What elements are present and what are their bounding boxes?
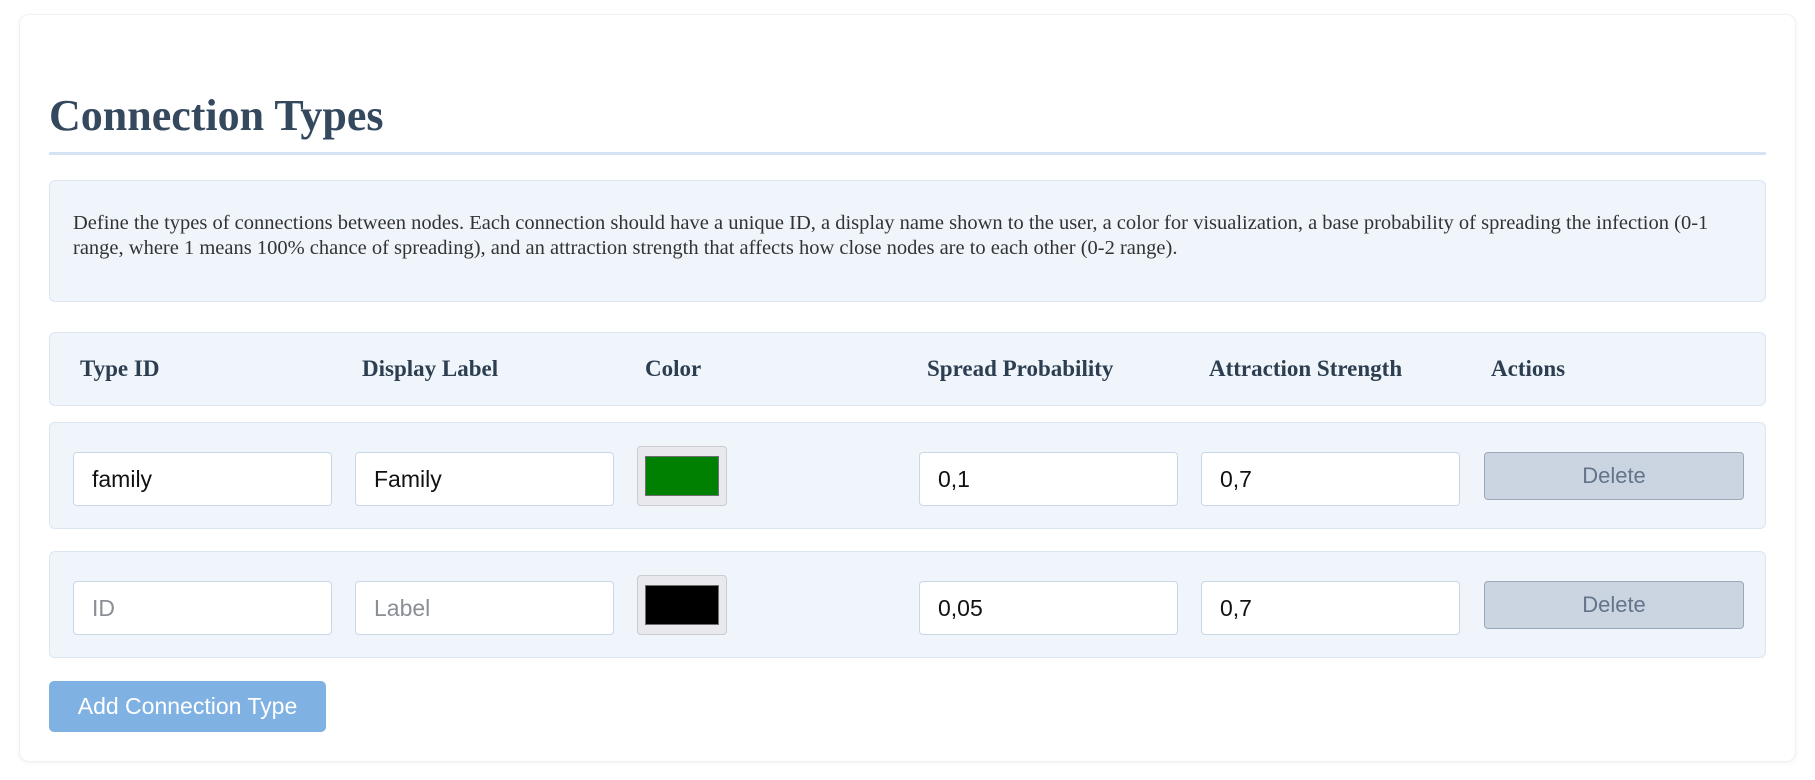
type-id-input[interactable] bbox=[73, 452, 332, 506]
page-title: Connection Types bbox=[49, 91, 384, 140]
color-picker[interactable] bbox=[637, 575, 727, 635]
header-color: Color bbox=[645, 356, 702, 381]
header-type-id: Type ID bbox=[80, 356, 160, 381]
description-panel: Define the types of connections between … bbox=[49, 180, 1766, 302]
color-swatch bbox=[645, 585, 719, 625]
color-picker[interactable] bbox=[637, 446, 727, 506]
delete-button[interactable]: Delete bbox=[1484, 581, 1744, 629]
header-spread-probability: Spread Probability bbox=[927, 356, 1114, 381]
color-swatch bbox=[645, 456, 719, 496]
title-divider bbox=[49, 152, 1766, 155]
attraction-strength-input[interactable] bbox=[1201, 581, 1460, 635]
display-label-input[interactable] bbox=[355, 452, 614, 506]
attraction-strength-input[interactable] bbox=[1201, 452, 1460, 506]
header-actions: Actions bbox=[1491, 356, 1566, 381]
header-display-label: Display Label bbox=[362, 356, 499, 381]
add-connection-type-button[interactable]: Add Connection Type bbox=[49, 681, 326, 732]
table-row: Delete bbox=[49, 422, 1766, 529]
header-attraction-strength: Attraction Strength bbox=[1209, 356, 1403, 381]
description-text: Define the types of connections between … bbox=[73, 212, 1709, 259]
spread-probability-input[interactable] bbox=[919, 452, 1178, 506]
display-label-input[interactable] bbox=[355, 581, 614, 635]
type-id-input[interactable] bbox=[73, 581, 332, 635]
delete-button[interactable]: Delete bbox=[1484, 452, 1744, 500]
table-row: Delete bbox=[49, 551, 1766, 658]
table-header: Type ID Display Label Color Spread Proba… bbox=[49, 332, 1766, 406]
spread-probability-input[interactable] bbox=[919, 581, 1178, 635]
